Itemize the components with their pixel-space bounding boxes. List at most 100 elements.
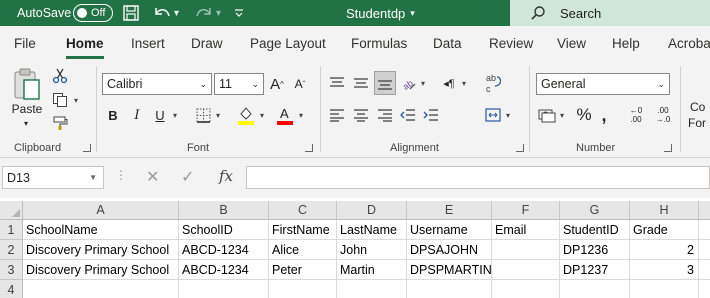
- merge-chevron-down-icon[interactable]: ▾: [506, 111, 510, 120]
- merge-center-icon[interactable]: [483, 105, 503, 125]
- enter-icon[interactable]: ✓: [181, 167, 194, 187]
- align-center-icon[interactable]: [351, 104, 371, 126]
- align-bottom-icon[interactable]: [374, 71, 396, 95]
- row-header-2[interactable]: 2: [0, 240, 23, 260]
- cut-icon[interactable]: [50, 66, 70, 86]
- table-cell[interactable]: [492, 260, 560, 280]
- bold-icon[interactable]: B: [104, 104, 122, 126]
- paste-button-label[interactable]: Paste: [10, 102, 44, 116]
- table-cell[interactable]: DP1237: [560, 260, 630, 280]
- clipboard-launcher-icon[interactable]: [83, 144, 91, 152]
- table-cell[interactable]: [179, 280, 269, 298]
- table-cell[interactable]: [407, 280, 492, 298]
- autosave-toggle[interactable]: Off: [73, 4, 113, 22]
- tab-home[interactable]: Home: [66, 36, 104, 51]
- table-cell[interactable]: Discovery Primary School: [23, 260, 179, 280]
- alignment-launcher-icon[interactable]: [516, 144, 524, 152]
- number-format-select[interactable]: General ⌄: [536, 73, 670, 95]
- table-cell[interactable]: DPSPMARTIN: [407, 260, 492, 280]
- text-direction-chevron-down-icon[interactable]: ▾: [462, 79, 466, 88]
- table-cell[interactable]: [699, 280, 710, 298]
- name-box[interactable]: D13 ▼: [2, 166, 104, 189]
- insert-function-button[interactable]: fx: [219, 167, 233, 185]
- select-all-button[interactable]: [0, 201, 23, 220]
- tab-view[interactable]: View: [557, 36, 586, 51]
- italic-icon[interactable]: I: [128, 104, 146, 126]
- table-cell[interactable]: LastName: [337, 220, 407, 240]
- decrease-decimal-icon[interactable]: .00 →.0: [652, 104, 674, 126]
- align-top-icon[interactable]: [327, 72, 347, 94]
- row-header-1[interactable]: 1: [0, 220, 23, 240]
- table-cell[interactable]: [699, 260, 710, 280]
- table-cell[interactable]: ABCD-1234: [179, 260, 269, 280]
- underline-chevron-down-icon[interactable]: ▾: [173, 111, 177, 120]
- table-cell[interactable]: [492, 240, 560, 260]
- align-left-icon[interactable]: [327, 104, 347, 126]
- increase-font-size-icon[interactable]: A ^: [267, 73, 287, 95]
- increase-indent-icon[interactable]: [421, 104, 441, 126]
- font-color-chevron-down-icon[interactable]: ▾: [299, 111, 303, 120]
- table-cell[interactable]: StudentID: [560, 220, 630, 240]
- borders-chevron-down-icon[interactable]: ▾: [216, 111, 220, 120]
- table-cell[interactable]: [699, 220, 710, 240]
- table-cell[interactable]: [23, 280, 179, 298]
- table-cell[interactable]: 3: [630, 260, 699, 280]
- number-launcher-icon[interactable]: [664, 144, 672, 152]
- decrease-indent-icon[interactable]: [398, 104, 418, 126]
- comma-style-icon[interactable]: ,: [598, 104, 610, 126]
- table-cell[interactable]: [560, 280, 630, 298]
- table-cell[interactable]: [630, 280, 699, 298]
- fill-color-icon[interactable]: [235, 104, 257, 126]
- table-cell[interactable]: Discovery Primary School: [23, 240, 179, 260]
- row-header-4[interactable]: 4: [0, 280, 23, 298]
- underline-icon[interactable]: U: [151, 104, 169, 126]
- table-cell[interactable]: [337, 280, 407, 298]
- format-table-partial-label[interactable]: For: [688, 116, 710, 130]
- font-size-select[interactable]: 11 ⌄: [214, 73, 264, 95]
- undo-icon[interactable]: [152, 0, 172, 26]
- column-header-e[interactable]: E: [407, 201, 492, 220]
- table-cell[interactable]: Martin: [337, 260, 407, 280]
- accounting-chevron-down-icon[interactable]: ▾: [560, 111, 564, 120]
- table-cell[interactable]: Username: [407, 220, 492, 240]
- tab-file[interactable]: File: [14, 36, 36, 51]
- table-cell[interactable]: John: [337, 240, 407, 260]
- table-cell[interactable]: [699, 240, 710, 260]
- tab-acrobat[interactable]: Acrobat: [668, 36, 710, 51]
- column-header-i-partial[interactable]: [699, 201, 710, 220]
- tab-review[interactable]: Review: [489, 36, 533, 51]
- document-title[interactable]: Studentdp ▾: [346, 0, 415, 26]
- tab-insert[interactable]: Insert: [131, 36, 165, 51]
- table-cell[interactable]: 2: [630, 240, 699, 260]
- search-box[interactable]: Search: [510, 0, 710, 26]
- tab-help[interactable]: Help: [612, 36, 640, 51]
- accounting-format-icon[interactable]: [536, 104, 558, 126]
- cancel-icon[interactable]: ✕: [146, 167, 159, 187]
- table-cell[interactable]: SchoolName: [23, 220, 179, 240]
- table-cell[interactable]: FirstName: [269, 220, 337, 240]
- column-header-a[interactable]: A: [23, 201, 179, 220]
- wrap-text-icon[interactable]: ab c: [483, 70, 505, 96]
- fill-color-chevron-down-icon[interactable]: ▾: [260, 111, 264, 120]
- copy-icon[interactable]: [50, 90, 70, 110]
- column-header-g[interactable]: G: [560, 201, 630, 220]
- orientation-icon[interactable]: ab: [399, 72, 419, 94]
- tab-draw[interactable]: Draw: [191, 36, 223, 51]
- column-header-h[interactable]: H: [630, 201, 699, 220]
- paste-icon[interactable]: [10, 66, 44, 102]
- table-cell[interactable]: [269, 280, 337, 298]
- font-color-icon[interactable]: A: [275, 104, 295, 126]
- align-right-icon[interactable]: [375, 104, 395, 126]
- table-cell[interactable]: Alice: [269, 240, 337, 260]
- undo-dropdown-icon[interactable]: ▾: [174, 0, 179, 26]
- format-painter-icon[interactable]: [50, 113, 70, 133]
- percent-style-icon[interactable]: %: [575, 104, 593, 126]
- column-header-f[interactable]: F: [492, 201, 560, 220]
- save-icon[interactable]: [122, 0, 140, 26]
- column-header-b[interactable]: B: [179, 201, 269, 220]
- font-launcher-icon[interactable]: [305, 144, 313, 152]
- copy-chevron-down-icon[interactable]: ▾: [74, 96, 78, 105]
- formula-input[interactable]: [246, 166, 710, 189]
- tab-page-layout[interactable]: Page Layout: [250, 36, 326, 51]
- column-header-d[interactable]: D: [337, 201, 407, 220]
